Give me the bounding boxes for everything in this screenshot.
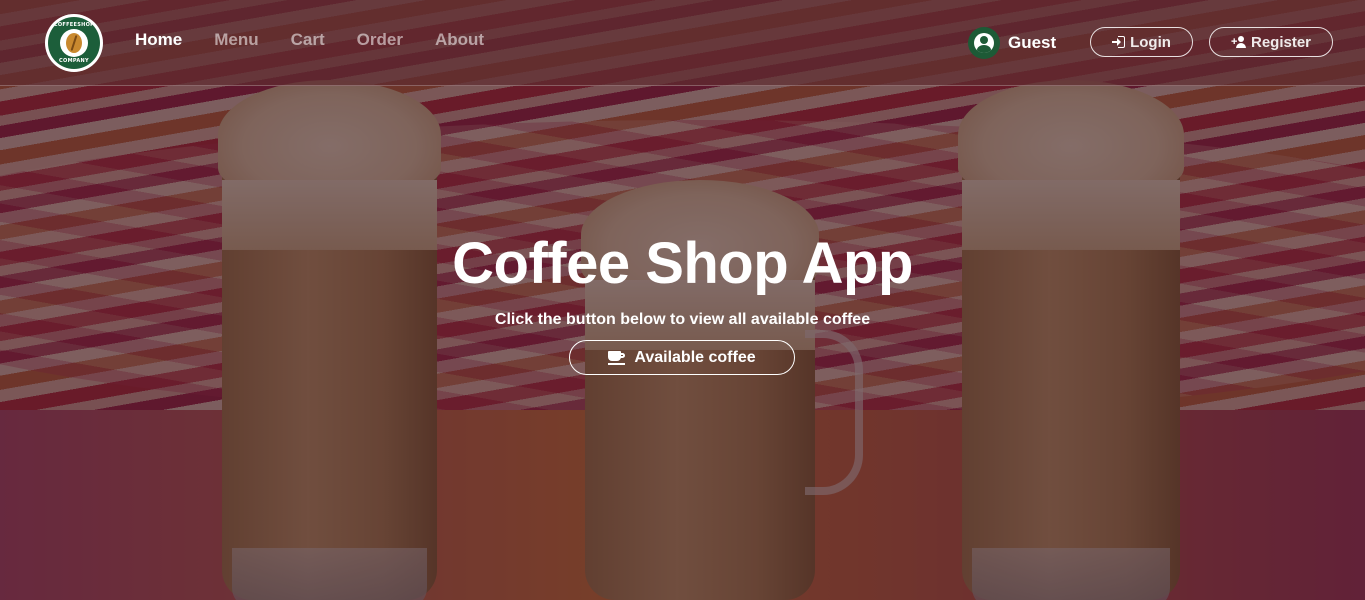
user-plus-icon: + [1231, 36, 1246, 48]
logo-bottom-text: COMPANY [59, 58, 89, 64]
register-label: Register [1250, 33, 1312, 51]
dark-overlay [0, 0, 1365, 600]
nav-home[interactable]: Home [135, 30, 182, 50]
login-button[interactable]: Login [1090, 27, 1193, 57]
hero-subtitle: Click the button below to view all avail… [494, 311, 871, 328]
nav-links: Home Menu Cart Order About [135, 30, 516, 50]
nav-about[interactable]: About [435, 30, 484, 50]
available-coffee-label: Available coffee [634, 348, 756, 366]
available-coffee-button[interactable]: Available coffee [569, 340, 795, 375]
logo-ring [60, 29, 88, 57]
register-button[interactable]: + Register [1209, 27, 1333, 57]
user-info: Guest [968, 27, 1056, 59]
login-icon [1112, 36, 1126, 48]
user-name: Guest [1008, 33, 1057, 52]
login-label: Login [1130, 33, 1171, 51]
coffee-bean-icon [66, 33, 82, 53]
user-circle-icon [968, 27, 1000, 59]
coffee-cup-icon [608, 350, 626, 366]
hero-title: Coffee Shop App [452, 231, 913, 296]
brand-logo[interactable]: COFFEESHOP COMPANY [45, 14, 103, 72]
nav-cart[interactable]: Cart [291, 30, 325, 50]
logo-emblem: COFFEESHOP COMPANY [48, 17, 100, 69]
nav-order[interactable]: Order [357, 30, 403, 50]
navbar: COFFEESHOP COMPANY Home Menu Cart Order … [0, 0, 1365, 86]
nav-menu[interactable]: Menu [214, 30, 258, 50]
logo-top-text: COFFEESHOP [53, 22, 95, 28]
